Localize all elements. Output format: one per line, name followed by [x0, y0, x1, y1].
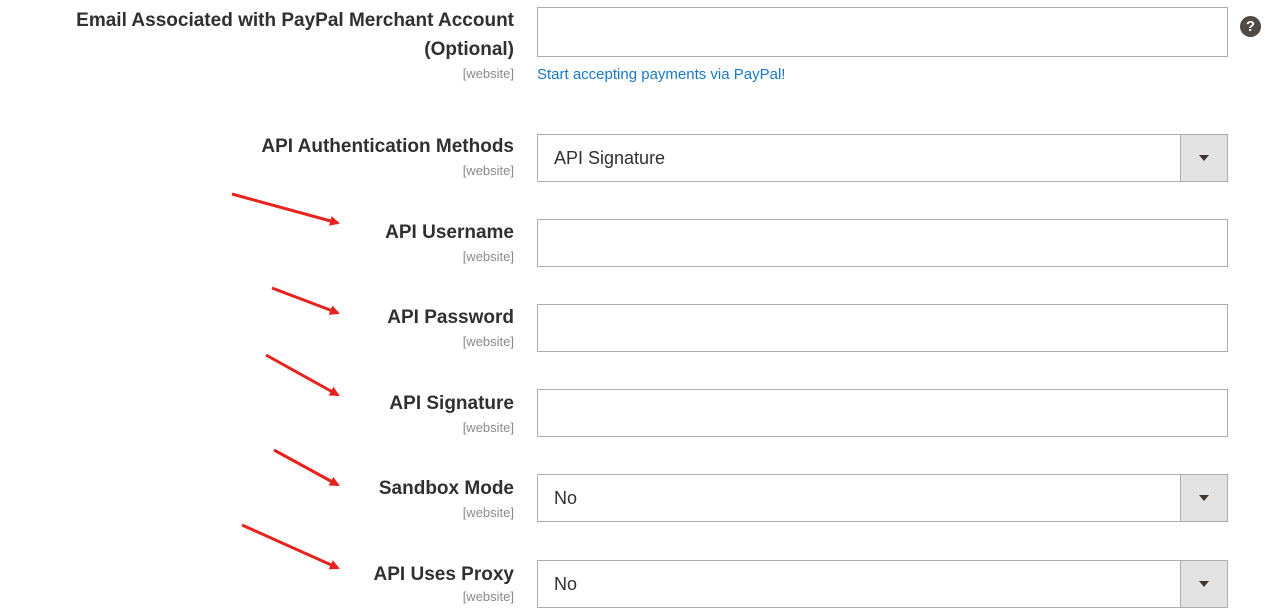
- password-scope: [website]: [462, 334, 514, 349]
- signature-label: API Signature: [389, 393, 514, 414]
- proxy-scope: [website]: [462, 589, 514, 604]
- username-label: API Username: [385, 222, 514, 243]
- email-label-line1: Email Associated with PayPal Merchant Ac…: [76, 10, 514, 31]
- arrow-to-api-signature: [265, 353, 340, 397]
- sandbox-mode-value: No: [554, 488, 578, 508]
- help-icon[interactable]: ?: [1240, 16, 1261, 37]
- password-label: API Password: [387, 307, 514, 328]
- api-uses-proxy-select[interactable]: No: [537, 560, 1228, 608]
- email-label-line2: (Optional): [424, 39, 514, 60]
- arrow-to-api-password: [271, 286, 340, 315]
- sandbox-label: Sandbox Mode: [378, 478, 514, 499]
- auth-methods-label: API Authentication Methods: [261, 136, 514, 157]
- signature-field-wrapper: [537, 389, 1228, 437]
- email-scope: [website]: [462, 66, 514, 81]
- auth-methods-select[interactable]: API Signature: [537, 134, 1228, 182]
- arrow-to-sandbox-mode: [273, 448, 340, 487]
- chevron-down-icon: [1199, 581, 1209, 587]
- api-username-field[interactable]: [538, 220, 1227, 266]
- sandbox-mode-select[interactable]: No: [537, 474, 1228, 522]
- auth-methods-scope: [website]: [462, 163, 514, 178]
- arrow-to-api-username: [231, 192, 340, 226]
- signature-scope: [website]: [462, 420, 514, 435]
- start-accepting-payments-link[interactable]: Start accepting payments via PayPal!: [537, 66, 785, 83]
- auth-methods-dropdown-button[interactable]: [1180, 135, 1227, 181]
- chevron-down-icon: [1199, 155, 1209, 161]
- chevron-down-icon: [1199, 495, 1209, 501]
- username-field-wrapper: [537, 219, 1228, 267]
- username-scope: [website]: [462, 249, 514, 264]
- proxy-dropdown-button[interactable]: [1180, 561, 1227, 607]
- sandbox-scope: [website]: [462, 505, 514, 520]
- api-password-field[interactable]: [538, 305, 1227, 351]
- password-field-wrapper: [537, 304, 1228, 352]
- api-uses-proxy-value: No: [554, 574, 578, 594]
- arrow-to-api-uses-proxy: [241, 523, 340, 570]
- api-signature-field[interactable]: [538, 390, 1227, 436]
- sandbox-dropdown-button[interactable]: [1180, 475, 1227, 521]
- email-field[interactable]: [538, 8, 1227, 56]
- proxy-label: API Uses Proxy: [373, 564, 514, 585]
- email-field-wrapper: [537, 7, 1228, 57]
- auth-methods-value: API Signature: [554, 148, 666, 168]
